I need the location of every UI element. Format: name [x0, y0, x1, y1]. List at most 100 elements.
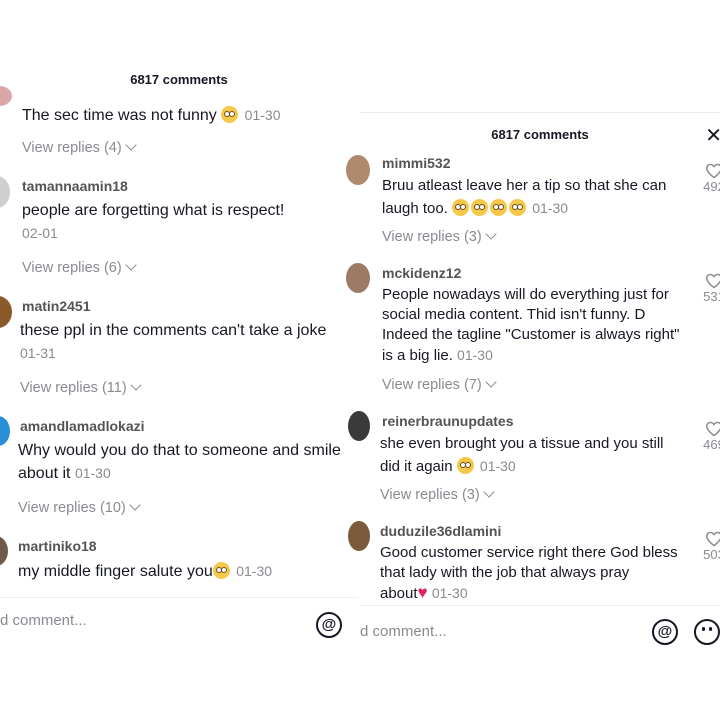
comment-date: 01-31	[20, 345, 56, 361]
comment-username[interactable]: reinerbraunupdates	[382, 413, 513, 429]
add-comment-input[interactable]: d comment...	[0, 612, 87, 629]
comment-username[interactable]: tamannaamin18	[22, 178, 128, 194]
chevron-down-icon	[129, 499, 141, 511]
chevron-down-icon	[125, 259, 137, 271]
view-replies-button[interactable]: View replies (4)	[22, 139, 137, 156]
comment-item: tamannaamin18 people are forgetting what…	[0, 176, 358, 276]
view-replies-label: View replies (7)	[382, 377, 482, 393]
comment-username[interactable]: duduzile36dlamini	[380, 523, 501, 539]
like-count: 469	[703, 437, 720, 452]
like-button[interactable]: 531	[700, 273, 720, 304]
comment-item: martiniko18 my middle finger salute you …	[0, 536, 358, 586]
heart-outline-icon	[705, 421, 720, 437]
left-comments-panel: 6817 comments The sec time was not funny…	[0, 0, 358, 720]
view-replies-label: View replies (11)	[20, 380, 127, 396]
comment-item: mckidenz12 People nowadays will do every…	[346, 263, 720, 403]
comment-item: reinerbraunupdates she even brought you …	[348, 411, 720, 511]
comment-date: 01-30	[532, 200, 569, 216]
comment-username[interactable]: matin2451	[22, 298, 90, 314]
comment-body: these ppl in the comments can't take a j…	[20, 322, 327, 339]
comment-date: 01-30	[236, 563, 273, 579]
red-heart-icon: ♥	[417, 583, 428, 602]
footer-divider	[0, 597, 358, 598]
view-replies-label: View replies (4)	[22, 140, 122, 156]
view-replies-label: View replies (3)	[380, 487, 480, 503]
comment-body: my middle finger salute you	[18, 563, 213, 580]
at-icon[interactable]: @	[652, 619, 678, 645]
comment-body: The sec time was not funny	[22, 107, 217, 124]
chevron-down-icon	[129, 379, 142, 391]
comments-count-header: 6817 comments	[130, 72, 228, 87]
comment-item: mimmi532 Bruu atleast leave her a tip so…	[346, 153, 720, 253]
view-replies-button[interactable]: View replies (7)	[382, 376, 497, 393]
heart-outline-icon	[705, 163, 720, 179]
avatar[interactable]	[0, 416, 10, 446]
comment-date: 01-30	[479, 458, 516, 474]
emoji-icon	[490, 199, 508, 216]
like-button[interactable]: 469	[700, 421, 720, 452]
emoji-icon	[452, 199, 470, 216]
chevron-down-icon	[125, 139, 137, 151]
comment-text: People nowadays will do everything just …	[382, 285, 682, 366]
right-comments-panel: 6817 comments ✕ mimmi532 Bruu atleast le…	[346, 112, 720, 663]
avatar[interactable]	[0, 536, 8, 566]
add-comment-input[interactable]: d comment...	[360, 623, 447, 640]
view-replies-label: View replies (3)	[382, 229, 482, 245]
view-replies-button[interactable]: View replies (3)	[382, 228, 497, 245]
emoji-icon	[212, 562, 230, 579]
close-icon[interactable]: ✕	[705, 123, 720, 148]
chevron-down-icon	[485, 228, 497, 240]
like-button[interactable]: 492	[700, 163, 720, 194]
like-count: 503	[703, 547, 720, 562]
view-replies-button[interactable]: View replies (11)	[20, 379, 142, 396]
comment-item: matin2451 these ppl in the comments can'…	[0, 296, 358, 396]
heart-outline-icon	[705, 531, 720, 547]
emoji-icon	[471, 199, 489, 216]
view-replies-button[interactable]: View replies (10)	[18, 499, 141, 516]
comment-date: 01-30	[244, 107, 281, 123]
chevron-down-icon	[483, 486, 495, 498]
avatar[interactable]	[348, 521, 370, 551]
comment-date: 01-30	[74, 465, 111, 481]
comment-username[interactable]: mckidenz12	[382, 265, 461, 281]
emoji-icon	[456, 457, 474, 474]
emoji-picker-icon[interactable]	[694, 619, 720, 645]
heart-outline-icon	[705, 273, 720, 289]
avatar[interactable]	[348, 411, 370, 441]
comment-date: 02-01	[22, 225, 58, 241]
emoji-icon	[221, 106, 239, 123]
at-icon[interactable]: @	[316, 612, 342, 638]
comment-date: 01-30	[431, 585, 468, 601]
comment-text: The sec time was not funny 01-30	[22, 104, 342, 127]
view-replies-label: View replies (10)	[18, 500, 126, 516]
comments-count-header: 6817 comments	[491, 127, 589, 142]
comment-body: people are forgetting what is respect!	[22, 202, 285, 219]
emoji-icon	[509, 199, 527, 216]
comment-text: Bruu atleast leave her a tip so that she…	[382, 175, 678, 220]
like-button[interactable]: 503	[700, 531, 720, 562]
comment-body: Why would you do that to someone and smi…	[18, 442, 341, 482]
avatar[interactable]	[0, 86, 12, 106]
avatar[interactable]	[346, 263, 370, 293]
like-count: 531	[703, 289, 720, 304]
comment-text: these ppl in the comments can't take a j…	[20, 320, 340, 365]
comment-text: people are forgetting what is respect! 0…	[22, 200, 342, 245]
comment-body: she even brought you a tissue and you st…	[380, 435, 664, 475]
comment-text: Good customer service right there God bl…	[380, 543, 680, 604]
avatar[interactable]	[0, 176, 10, 208]
comment-username[interactable]: mimmi532	[382, 155, 450, 171]
comment-username[interactable]: amandlamadlokazi	[20, 418, 145, 434]
comment-text: Why would you do that to someone and smi…	[18, 440, 348, 485]
comment-username[interactable]: martiniko18	[18, 538, 97, 554]
view-replies-button[interactable]: View replies (3)	[380, 486, 495, 503]
footer-divider	[360, 605, 720, 606]
view-replies-button[interactable]: View replies (6)	[22, 259, 137, 276]
comment-item: The sec time was not funny 01-30 View re…	[0, 86, 358, 172]
comment-item: amandlamadlokazi Why would you do that t…	[0, 416, 358, 516]
view-replies-label: View replies (6)	[22, 260, 122, 276]
comment-text: my middle finger salute you 01-30	[18, 560, 348, 583]
avatar[interactable]	[0, 296, 12, 328]
comment-item: duduzile36dlamini Good customer service …	[348, 521, 720, 613]
avatar[interactable]	[346, 155, 370, 185]
comment-date: 01-30	[457, 347, 493, 363]
